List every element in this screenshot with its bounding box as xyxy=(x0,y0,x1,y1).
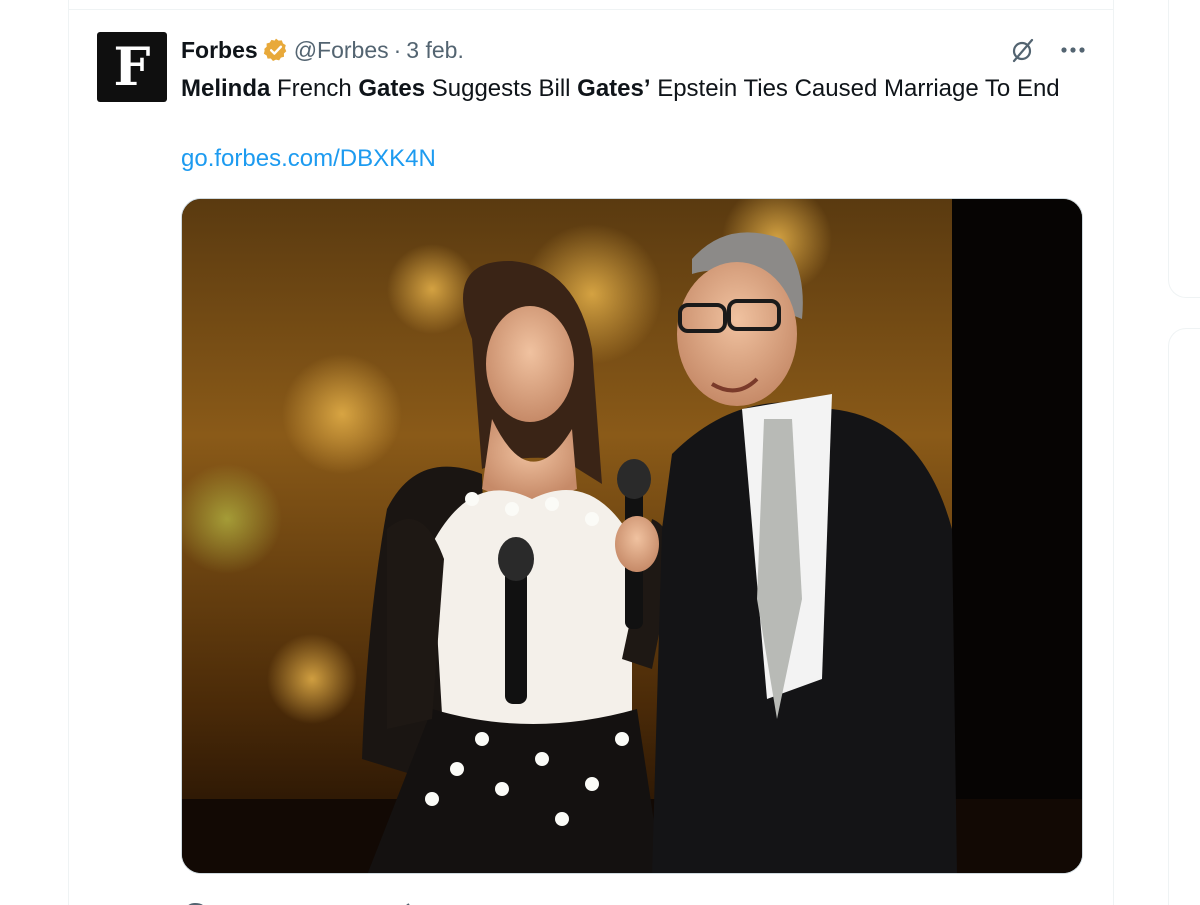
separator-dot: · xyxy=(393,36,402,63)
reply-icon[interactable] xyxy=(181,898,207,905)
timeline-column: F Forbes @Forbes · 3 feb. Melinda French… xyxy=(68,0,1114,905)
avatar-letter: F xyxy=(113,37,151,98)
tweet-link[interactable]: go.forbes.com/DBXK4N xyxy=(181,142,436,176)
tweet-text-part: Gates xyxy=(358,75,426,102)
avatar[interactable]: F xyxy=(97,32,167,102)
more-dots-icon[interactable] xyxy=(1059,36,1087,64)
tweet-date[interactable]: 3 feb. xyxy=(406,37,464,64)
tweet[interactable]: F Forbes @Forbes · 3 feb. Melinda French… xyxy=(69,10,1113,905)
tweet-photo[interactable] xyxy=(181,198,1083,874)
verified-badge-icon xyxy=(263,38,286,61)
sidebar-card xyxy=(1168,328,1200,905)
sidebar-card xyxy=(1168,0,1200,298)
tweet-text-part: Melinda xyxy=(181,75,271,102)
views-icon[interactable] xyxy=(837,898,863,905)
share-icon[interactable] xyxy=(1055,898,1081,905)
tweet-text-part: French xyxy=(270,75,359,102)
retweet-icon[interactable] xyxy=(400,898,426,905)
author-handle[interactable]: @Forbes xyxy=(294,37,389,64)
tweet-text-part: Suggests Bill xyxy=(425,75,578,102)
tweet-text-part: Gates’ xyxy=(577,75,651,102)
photo-illustration xyxy=(182,199,1082,873)
tweet-text-part: Epstein Ties Caused Marriage To End xyxy=(650,75,1060,102)
like-icon[interactable] xyxy=(618,898,644,905)
tweet-header: Forbes @Forbes · 3 feb. xyxy=(181,36,464,64)
page: F Forbes @Forbes · 3 feb. Melinda French… xyxy=(0,0,1200,905)
tweet-top-actions xyxy=(1009,36,1087,64)
author-name[interactable]: Forbes xyxy=(181,37,258,64)
tweet-action-bar xyxy=(181,898,1081,905)
tweet-text: Melinda French Gates Suggests Bill Gates… xyxy=(181,72,1081,106)
slashed-circle-icon[interactable] xyxy=(1009,36,1037,64)
